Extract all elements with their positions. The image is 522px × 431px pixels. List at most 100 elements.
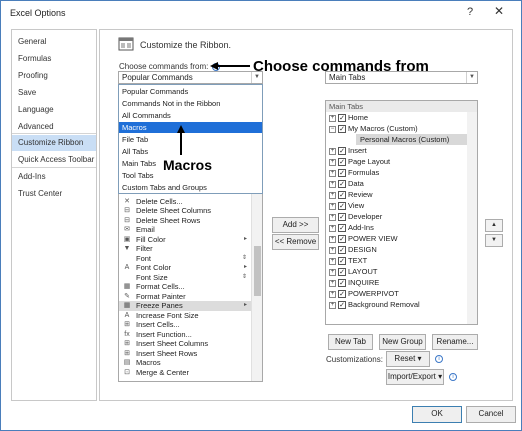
new-group-button[interactable]: New Group	[379, 334, 426, 350]
checkbox[interactable]: ✓	[338, 235, 346, 244]
expand-icon[interactable]: +	[329, 202, 336, 210]
tree-item[interactable]: + ✓ Review	[329, 189, 373, 200]
expand-icon[interactable]: +	[329, 191, 336, 199]
checkbox[interactable]: ✓	[338, 158, 346, 167]
main-tabs-tree[interactable]: Main Tabs + ✓ Home − ✓ My Macros (Custom) Pe…	[325, 100, 478, 325]
nav-item-quick-access-toolbar[interactable]: Quick Access Toolbar	[12, 152, 96, 168]
nav-item-save[interactable]: Save	[12, 85, 96, 101]
checkbox[interactable]: ✓	[338, 246, 346, 255]
tree-item[interactable]: + ✓ Insert	[329, 145, 367, 156]
expand-icon[interactable]: +	[329, 301, 336, 309]
dropdown-option[interactable]: Commands Not in the Ribbon	[119, 98, 262, 109]
tree-item[interactable]: + ✓ Data	[329, 178, 364, 189]
tree-item[interactable]: + ✓ Background Removal	[329, 299, 420, 310]
checkbox[interactable]: ✓	[338, 191, 346, 200]
checkbox[interactable]: ✓	[338, 290, 346, 299]
dropdown-option[interactable]: Custom Tabs and Groups	[119, 182, 262, 193]
tree-item[interactable]: + ✓ Add-Ins	[329, 222, 374, 233]
tree-item[interactable]: + ✓ DESIGN	[329, 244, 377, 255]
expand-icon[interactable]: +	[329, 147, 336, 155]
list-item[interactable]: ⊟ Delete Sheet Columns	[119, 206, 251, 216]
list-item[interactable]: ✎ Format Painter	[119, 292, 251, 302]
tree-item[interactable]: + ✓ Page Layout	[329, 156, 390, 167]
list-item[interactable]: ⊡ Merge & Center	[119, 368, 251, 378]
checkbox[interactable]: ✓	[338, 279, 346, 288]
dropdown-option-macros[interactable]: Macros	[119, 122, 262, 133]
move-down-button[interactable]: ▼	[485, 234, 503, 247]
checkbox[interactable]: ✓	[338, 125, 346, 134]
expand-icon[interactable]: +	[329, 158, 336, 166]
checkbox[interactable]: ✓	[338, 202, 346, 211]
tree-scrollbar[interactable]	[467, 112, 477, 324]
reset-button[interactable]: Reset ▾	[386, 351, 430, 367]
tree-item[interactable]: + ✓ Developer	[329, 211, 382, 222]
tree-item[interactable]: − ✓ My Macros (Custom)	[329, 123, 418, 134]
checkbox[interactable]: ✓	[338, 180, 346, 189]
list-item[interactable]: ▤ Macros	[119, 358, 251, 368]
dropdown-option[interactable]: Popular Commands	[119, 86, 262, 97]
expand-icon[interactable]: +	[329, 268, 336, 276]
expand-icon[interactable]: +	[329, 114, 336, 122]
list-item[interactable]: ▦ Format Cells...	[119, 282, 251, 292]
collapse-icon[interactable]: −	[329, 125, 336, 133]
ok-button[interactable]: OK	[412, 406, 462, 423]
nav-item-add-ins[interactable]: Add-Ins	[12, 169, 96, 185]
tree-item[interactable]: + ✓ POWERPIVOT	[329, 288, 399, 299]
nav-item-trust-center[interactable]: Trust Center	[12, 186, 96, 202]
checkbox[interactable]: ✓	[338, 301, 346, 310]
tree-item[interactable]: + ✓ TEXT	[329, 255, 367, 266]
list-item[interactable]: Font ⇕	[119, 254, 251, 264]
info-icon[interactable]: i	[435, 355, 443, 363]
expand-icon[interactable]: +	[329, 180, 336, 188]
list-item[interactable]: ▦ Freeze Panes ▸	[119, 301, 251, 311]
checkbox[interactable]: ✓	[338, 268, 346, 277]
list-item[interactable]: ✕ Delete Cells...	[119, 197, 251, 207]
checkbox[interactable]: ✓	[338, 224, 346, 233]
tree-item[interactable]: + ✓ Formulas	[329, 167, 379, 178]
checkbox[interactable]: ✓	[338, 213, 346, 222]
expand-icon[interactable]: +	[329, 169, 336, 177]
list-item[interactable]: A Font Color ▸	[119, 263, 251, 273]
dropdown-option[interactable]: File Tab	[119, 134, 262, 145]
cancel-button[interactable]: Cancel	[466, 406, 516, 423]
expand-icon[interactable]: +	[329, 257, 336, 265]
info-icon[interactable]: i	[211, 62, 220, 71]
nav-item-general[interactable]: General	[12, 34, 96, 50]
expand-icon[interactable]: +	[329, 290, 336, 298]
list-item[interactable]: Font Size ⇕	[119, 273, 251, 283]
move-up-button[interactable]: ▲	[485, 219, 503, 232]
tree-item[interactable]: + ✓ Home	[329, 112, 368, 123]
info-icon[interactable]: i	[449, 373, 457, 381]
rename-button[interactable]: Rename...	[432, 334, 478, 350]
expand-icon[interactable]: +	[329, 235, 336, 243]
scrollbar-thumb[interactable]	[254, 246, 261, 296]
new-tab-button[interactable]: New Tab	[328, 334, 373, 350]
close-icon[interactable]: ✕	[494, 4, 504, 18]
checkbox[interactable]: ✓	[338, 169, 346, 178]
nav-item-customize-ribbon[interactable]: Customize Ribbon	[12, 135, 96, 151]
list-item[interactable]: fx Insert Function...	[119, 330, 251, 340]
nav-item-proofing[interactable]: Proofing	[12, 68, 96, 84]
tree-item[interactable]: + ✓ INQUIRE	[329, 277, 379, 288]
tree-item[interactable]: + ✓ POWER VIEW	[329, 233, 398, 244]
list-item[interactable]: ⊞ Insert Sheet Columns	[119, 339, 251, 349]
list-item[interactable]: ▣ Fill Color ▸	[119, 235, 251, 245]
choose-commands-combo[interactable]: Popular Commands ▼	[118, 71, 263, 84]
dropdown-option[interactable]: All Commands	[119, 110, 262, 121]
expand-icon[interactable]: +	[329, 213, 336, 221]
help-icon[interactable]: ?	[467, 6, 473, 18]
commands-scrollbar[interactable]	[251, 186, 262, 381]
nav-item-language[interactable]: Language	[12, 102, 96, 118]
checkbox[interactable]: ✓	[338, 114, 346, 123]
expand-icon[interactable]: +	[329, 224, 336, 232]
tree-item[interactable]: + ✓ View	[329, 200, 364, 211]
list-item[interactable]: A Increase Font Size	[119, 311, 251, 321]
expand-icon[interactable]: +	[329, 279, 336, 287]
list-item[interactable]: ✉ Email	[119, 225, 251, 235]
tree-item[interactable]: Personal Macros (Custom)	[360, 134, 449, 145]
list-item[interactable]: ⊞ Insert Cells...	[119, 320, 251, 330]
commands-list[interactable]: ADecrease Font Size ✕Delete Cells... ⊟De…	[118, 185, 263, 382]
checkbox[interactable]: ✓	[338, 147, 346, 156]
tree-item[interactable]: + ✓ LAYOUT	[329, 266, 377, 277]
dropdown-option[interactable]: All Tabs	[119, 146, 262, 157]
